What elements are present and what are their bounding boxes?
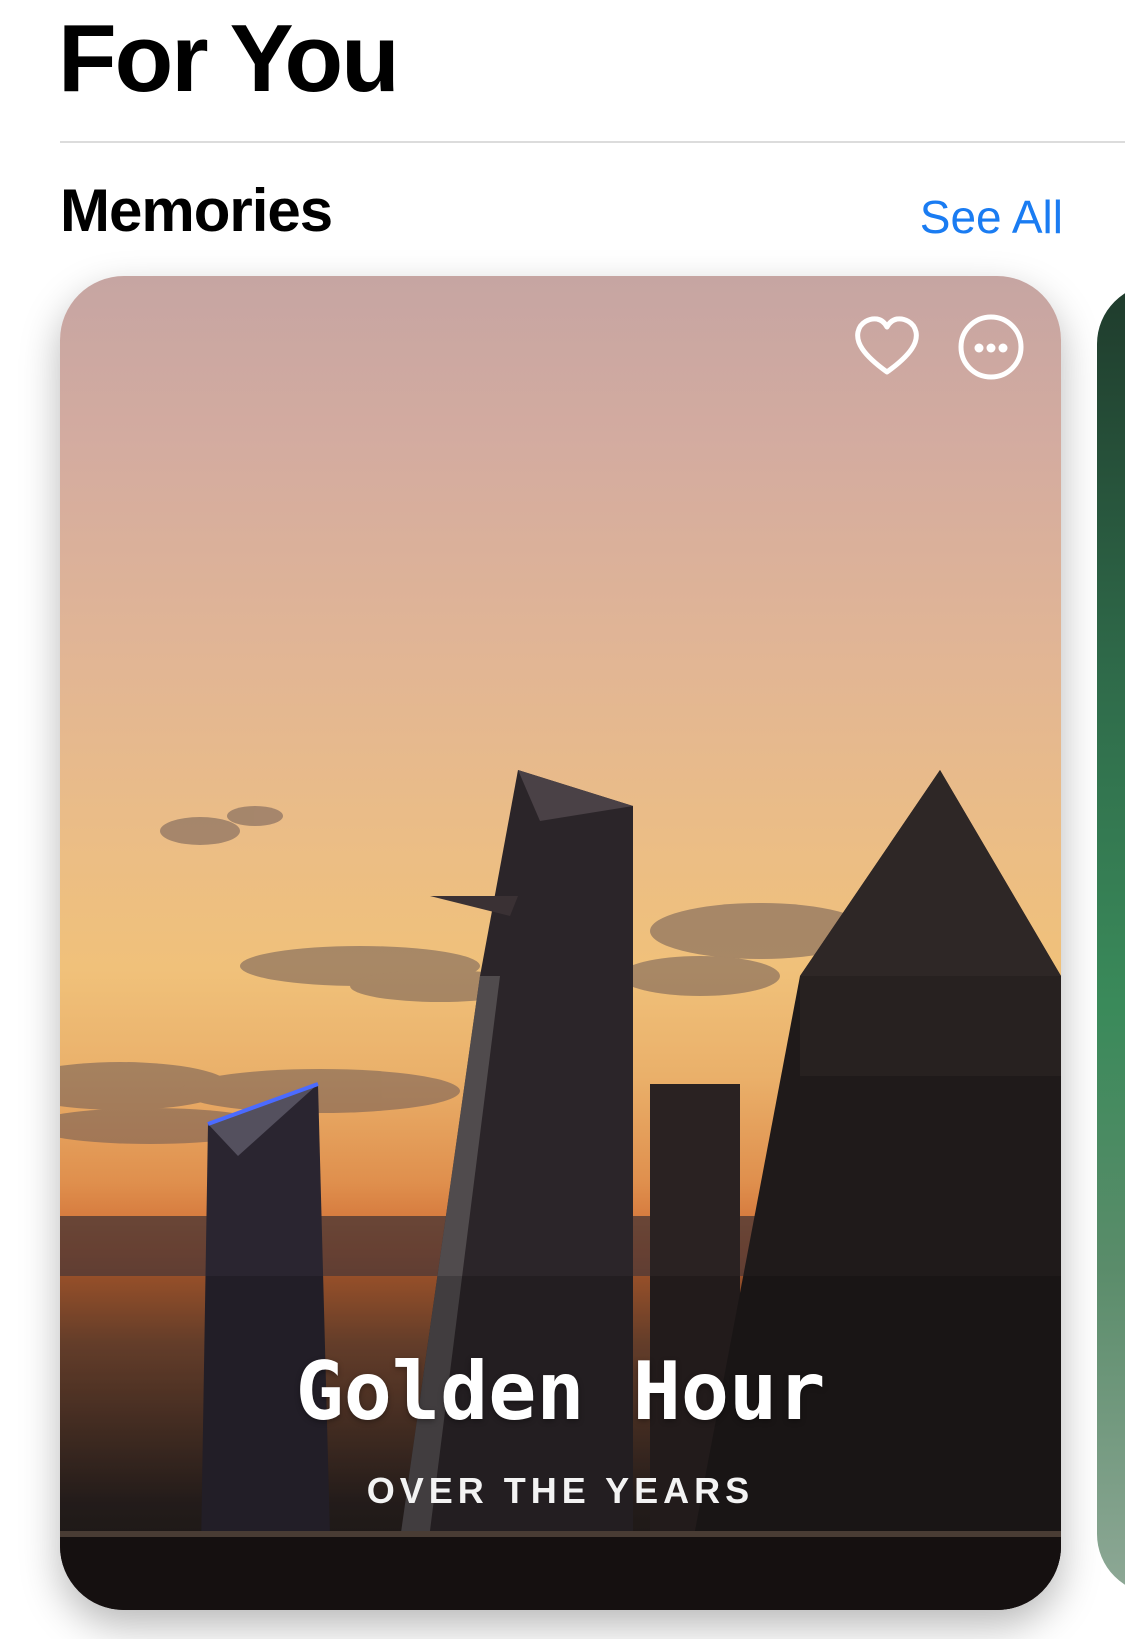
section-title: Memories [60, 177, 333, 244]
page-title: For You [58, 5, 400, 112]
memory-subtitle: OVER THE YEARS [366, 1470, 755, 1511]
next-memory-card[interactable] [1097, 284, 1125, 1594]
see-all-link[interactable]: See All [920, 190, 1063, 244]
heart-icon[interactable] [852, 312, 922, 382]
for-you-screen: For You Memories See All Golden Hour OVE… [0, 0, 1125, 1639]
ellipsis-circle-icon[interactable] [956, 312, 1026, 382]
memory-title: Golden Hour [295, 1345, 826, 1438]
divider [60, 141, 1125, 143]
